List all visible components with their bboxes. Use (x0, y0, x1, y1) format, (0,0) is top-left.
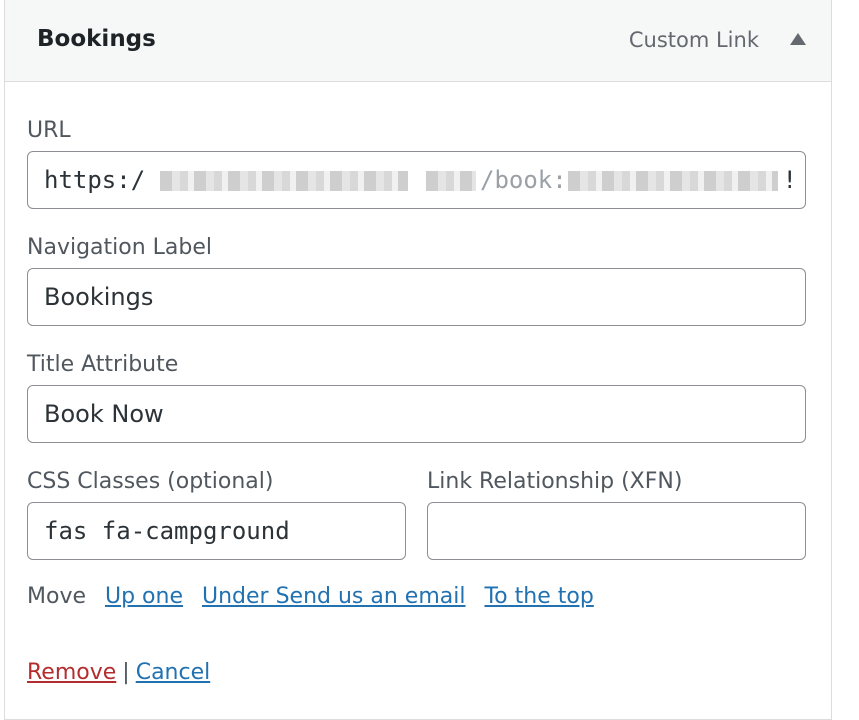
css-classes-value: fas fa-campground (44, 517, 290, 545)
title-attribute-value: Book Now (44, 400, 164, 428)
redacted-block (160, 171, 408, 191)
redacted-block (568, 171, 778, 191)
actions-row: Remove | Cancel (27, 660, 210, 685)
navigation-label-value: Bookings (44, 283, 154, 311)
remove-link[interactable]: Remove (27, 660, 116, 685)
move-under-link[interactable]: Under Send us an email (202, 584, 465, 609)
move-row: Move Up one Under Send us an email To th… (27, 584, 594, 609)
title-attribute-input[interactable]: Book Now (27, 385, 806, 443)
url-input[interactable]: https:/ /book: ! (27, 151, 806, 209)
navigation-label-input[interactable]: Bookings (27, 268, 806, 326)
move-to-top-link[interactable]: To the top (484, 584, 593, 609)
item-type-label: Custom Link (628, 28, 759, 52)
link-relationship-label: Link Relationship (XFN) (427, 469, 683, 494)
css-classes-label: CSS Classes (optional) (27, 469, 274, 494)
url-value-end: ! (782, 166, 797, 194)
item-title: Bookings (37, 26, 156, 52)
move-up-one-link[interactable]: Up one (105, 584, 183, 609)
url-label: URL (27, 118, 71, 143)
cancel-link[interactable]: Cancel (136, 660, 211, 685)
move-label: Move (27, 584, 86, 609)
navigation-label-label: Navigation Label (27, 235, 213, 260)
triangle-up-icon[interactable] (789, 32, 807, 46)
menu-item-panel: Bookings Custom Link URL https:/ /book: … (4, 0, 832, 720)
url-value-middle: /book: (480, 166, 567, 194)
item-header-bar[interactable]: Bookings Custom Link (5, 0, 831, 82)
css-classes-input[interactable]: fas fa-campground (27, 502, 406, 560)
title-attribute-label: Title Attribute (27, 352, 179, 377)
action-separator: | (122, 660, 130, 685)
url-value-start: https:/ (44, 166, 146, 194)
redacted-block (426, 171, 476, 191)
link-relationship-input[interactable] (427, 502, 806, 560)
